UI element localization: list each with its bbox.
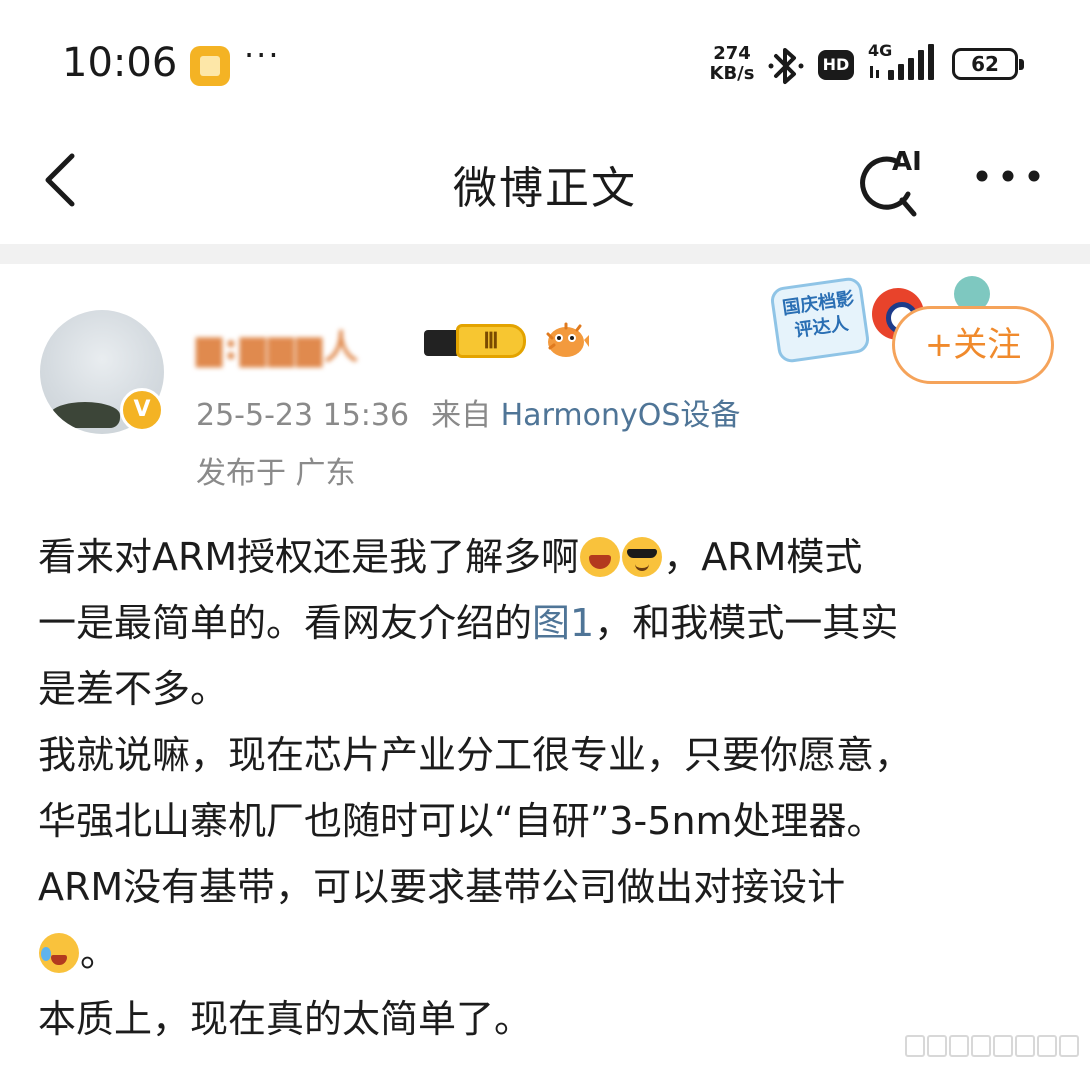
post-line-5: 华强北山寨机厂也随时可以“自研”3-5nm处理器。 [38, 799, 885, 843]
network-speed-unit: KB/s [709, 63, 755, 84]
network-speed: 274 KB/s [700, 44, 764, 84]
bluetooth-icon [768, 48, 804, 84]
notification-app-icon [190, 46, 230, 86]
post-text: 。 [80, 931, 119, 975]
verified-badge-icon: V [120, 388, 164, 432]
battery-icon: 62 [952, 48, 1024, 80]
cry-laugh-emoji-icon [39, 933, 79, 973]
ai-search-icon[interactable]: AI [852, 140, 932, 220]
follow-button[interactable]: +关注 [892, 306, 1054, 384]
user-level-badge: Ⅲ [424, 322, 530, 360]
post-line-3: 是差不多。 [38, 667, 229, 711]
post-timestamp: 25-5-23 15:36 [196, 398, 410, 433]
more-dots-icon[interactable] [972, 156, 1044, 196]
post-text: ，和我模式一其实 [594, 601, 899, 645]
network-type-label: 4G [868, 41, 892, 60]
post-text: 一是最简单的。看网友介绍的 [38, 601, 533, 645]
post-body: 看来对ARM授权还是我了解多啊 ，ARM模式 一是最简单的。看网友介绍的图1，和我… [38, 524, 1068, 1052]
graduation-cap-icon [424, 330, 460, 356]
image-link[interactable]: 图1 [532, 601, 594, 645]
section-divider [0, 244, 1090, 264]
watermark-dots [905, 1035, 1079, 1057]
post-text: 看来对ARM授权还是我了解多啊 [38, 535, 580, 579]
post-source-link[interactable]: HarmonyOS设备 [501, 398, 741, 433]
post-line-7: 。 [38, 920, 1068, 986]
nav-header: 微博正文 AI [0, 120, 1090, 244]
signal-icon: 4G [868, 41, 934, 80]
level-label: Ⅲ [456, 324, 526, 358]
puffer-fish-icon [546, 322, 589, 357]
weibo-post: V ▆:▆▆▆人 Ⅲ 25-5-23 15:36 来自 HarmonyOS设备 发… [0, 264, 1090, 1070]
status-bar: 10:06 ··· 274 KB/s HD 4G 62 [0, 0, 1090, 120]
post-location: 发布于 广东 [196, 456, 356, 491]
ai-label: AI [892, 147, 922, 177]
post-line-1: 看来对ARM授权还是我了解多啊 ，ARM模式 [38, 524, 1068, 590]
source-prefix: 来自 [431, 398, 492, 433]
post-text: ，ARM模式 [663, 535, 863, 579]
post-line-4: 我就说嘛，现在芯片产业分工很专业，只要你愿意， [38, 733, 913, 777]
network-speed-value: 274 [713, 43, 751, 64]
laugh-emoji-icon [580, 537, 621, 577]
post-line-6: ARM没有基带，可以要求基带公司做出对接设计 [38, 865, 846, 909]
post-line-2: 一是最简单的。看网友介绍的图1，和我模式一其实 [38, 590, 1068, 656]
post-meta: 25-5-23 15:36 来自 HarmonyOS设备 [196, 390, 740, 434]
hd-volte-icon: HD [818, 50, 854, 80]
status-time: 10:06 [62, 40, 178, 86]
cool-emoji-icon [622, 537, 663, 577]
username[interactable]: ▆:▆▆▆人 [196, 320, 360, 368]
status-more-notifications: ··· [244, 36, 281, 74]
